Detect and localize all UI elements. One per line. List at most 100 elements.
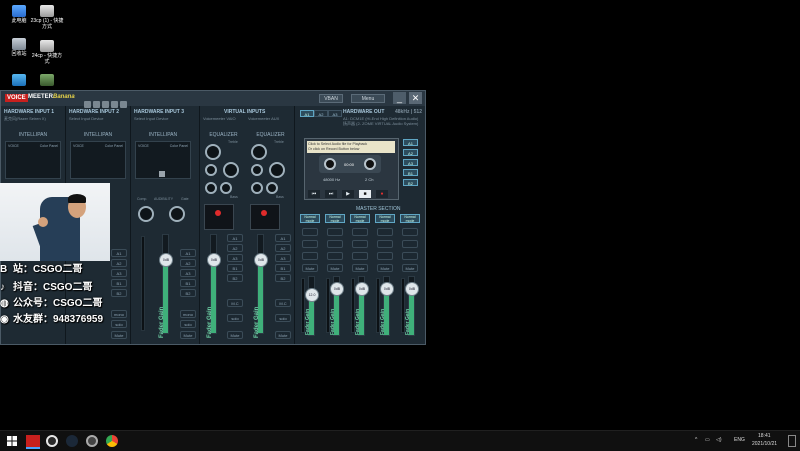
network-icon[interactable]: ▭ — [705, 437, 710, 443]
hw-out-a1-button[interactable]: A1 — [300, 110, 314, 117]
solo-button[interactable]: solo — [275, 314, 291, 322]
normal-mode-button[interactable]: Normal mode — [300, 214, 320, 223]
master-option-button[interactable] — [302, 228, 318, 236]
minimize-button[interactable]: _ — [393, 92, 406, 104]
mute-button[interactable]: Mute — [352, 264, 368, 272]
mute-button[interactable]: Mute — [377, 264, 393, 272]
master-option-button[interactable] — [377, 252, 393, 260]
mid-knob[interactable] — [205, 164, 217, 176]
close-button[interactable]: ✕ — [409, 92, 422, 104]
strip-device[interactable]: Select Input Device — [69, 116, 103, 121]
mute-button[interactable]: Mute — [180, 331, 196, 339]
windows-start-icon[interactable] — [6, 435, 18, 447]
clock-time[interactable]: 18:41 — [758, 433, 771, 439]
app-icon[interactable] — [86, 435, 98, 447]
master-option-button[interactable] — [302, 252, 318, 260]
mid-knob[interactable] — [269, 162, 285, 178]
cassette-a3-button[interactable]: A3 — [403, 159, 418, 166]
forward-button[interactable]: ⏭ — [325, 190, 337, 198]
strip-device[interactable]: Select Input Device — [134, 116, 168, 121]
mute-button[interactable]: Mute — [275, 331, 291, 339]
menu-button[interactable]: Menu — [351, 94, 385, 103]
cassette-b2-button[interactable]: B2 — [403, 179, 418, 186]
intellipan-panel[interactable]: VOICE Color Panel — [135, 141, 191, 179]
cassette-a2-button[interactable]: A2 — [403, 149, 418, 156]
hardware-out-device-2[interactable]: 扬声器 (2- ZOME VIRTUAL Audio System) — [343, 121, 418, 127]
a3-button[interactable]: A3 — [227, 254, 243, 262]
desktop-icon-23cp[interactable]: 23cp (1) - 快捷方式 — [30, 5, 64, 30]
a1-button[interactable]: A1 — [227, 234, 243, 242]
master-option-button[interactable] — [377, 240, 393, 248]
cassette-channels[interactable]: 2 Ch — [365, 177, 373, 182]
tray-chevron-icon[interactable]: ^ — [695, 437, 697, 443]
master-option-button[interactable] — [327, 252, 343, 260]
cassette-samplerate[interactable]: 48000 Hz — [323, 177, 340, 182]
comp-knob[interactable] — [138, 206, 154, 222]
normal-mode-button[interactable]: Normal mode — [350, 214, 370, 223]
a1-button[interactable]: A1 — [180, 249, 196, 257]
a2-button[interactable]: A2 — [180, 259, 196, 267]
gate-knob[interactable] — [169, 206, 185, 222]
chrome-icon[interactable] — [106, 435, 118, 447]
record-button[interactable]: ● — [376, 190, 388, 198]
master-option-button[interactable] — [352, 228, 368, 236]
b2-button[interactable]: B2 — [180, 289, 196, 297]
master-fader-knob[interactable]: 0dB — [355, 282, 369, 296]
mid-knob[interactable] — [251, 164, 263, 176]
bass-knob[interactable] — [266, 182, 278, 194]
a3-button[interactable]: A3 — [111, 269, 127, 277]
strip-device[interactable]: 麦克风(Razer Seiren X) — [4, 116, 46, 122]
b1-button[interactable]: B1 — [227, 264, 243, 272]
mute-button[interactable]: Mute — [227, 331, 243, 339]
master-option-button[interactable] — [377, 228, 393, 236]
desktop-icon-app-2[interactable] — [30, 74, 64, 87]
mono-button[interactable]: mono — [111, 310, 127, 318]
intellipan-panel[interactable]: VOICE Color Panel — [5, 141, 61, 179]
pan-position[interactable] — [159, 171, 165, 177]
hw-out-a3-button[interactable]: A3 — [328, 110, 342, 117]
master-fader-knob[interactable]: 0dB — [405, 282, 419, 296]
treble-knob[interactable] — [251, 144, 267, 160]
a1-button[interactable]: A1 — [111, 249, 127, 257]
master-option-button[interactable] — [402, 252, 418, 260]
solo-button[interactable]: solo — [111, 320, 127, 328]
master-option-button[interactable] — [302, 240, 318, 248]
normal-mode-button[interactable]: Normal mode — [325, 214, 345, 223]
mc-button[interactable]: M.C — [227, 299, 243, 307]
bass-knob[interactable] — [220, 182, 232, 194]
normal-mode-button[interactable]: Normal mode — [375, 214, 395, 223]
b1-button[interactable]: B1 — [111, 279, 127, 287]
b1-button[interactable]: B1 — [275, 264, 291, 272]
hw-out-a2-button[interactable]: A2 — [314, 110, 328, 117]
mute-button[interactable]: Mute — [327, 264, 343, 272]
cassette-b1-button[interactable]: B1 — [403, 169, 418, 176]
a1-button[interactable]: A1 — [275, 234, 291, 242]
fader-knob-vaio[interactable]: 0dB — [207, 253, 221, 267]
mono-button[interactable]: mono — [180, 310, 196, 318]
obs-icon[interactable] — [46, 435, 58, 447]
mid-knob[interactable] — [223, 162, 239, 178]
a2-button[interactable]: A2 — [227, 244, 243, 252]
b2-button[interactable]: B2 — [111, 289, 127, 297]
mute-button[interactable]: Mute — [402, 264, 418, 272]
cassette-recorder[interactable]: Click to Select Audio file for Playback … — [304, 138, 399, 200]
rewind-button[interactable]: ⏮ — [308, 190, 320, 198]
master-option-button[interactable] — [402, 240, 418, 248]
master-fader-knob[interactable]: 12.0 — [305, 288, 319, 302]
vban-button[interactable]: VBAN — [319, 94, 343, 103]
solo-button[interactable]: solo — [227, 314, 243, 322]
notification-icon[interactable] — [788, 435, 796, 447]
master-option-button[interactable] — [352, 252, 368, 260]
master-fader-knob[interactable]: 0dB — [330, 282, 344, 296]
mc-button[interactable]: M.C — [275, 299, 291, 307]
normal-mode-button[interactable]: Normal mode — [400, 214, 420, 223]
b1-button[interactable]: B1 — [180, 279, 196, 287]
treble-knob[interactable] — [205, 144, 221, 160]
bass-knob[interactable] — [251, 182, 263, 194]
virtual-aux-panel[interactable] — [250, 204, 280, 230]
desktop-icon-24cp[interactable]: 24cp - 快捷方式 — [30, 40, 64, 65]
master-option-button[interactable] — [352, 240, 368, 248]
bass-knob[interactable] — [205, 182, 217, 194]
a2-button[interactable]: A2 — [275, 244, 291, 252]
master-option-button[interactable] — [327, 240, 343, 248]
